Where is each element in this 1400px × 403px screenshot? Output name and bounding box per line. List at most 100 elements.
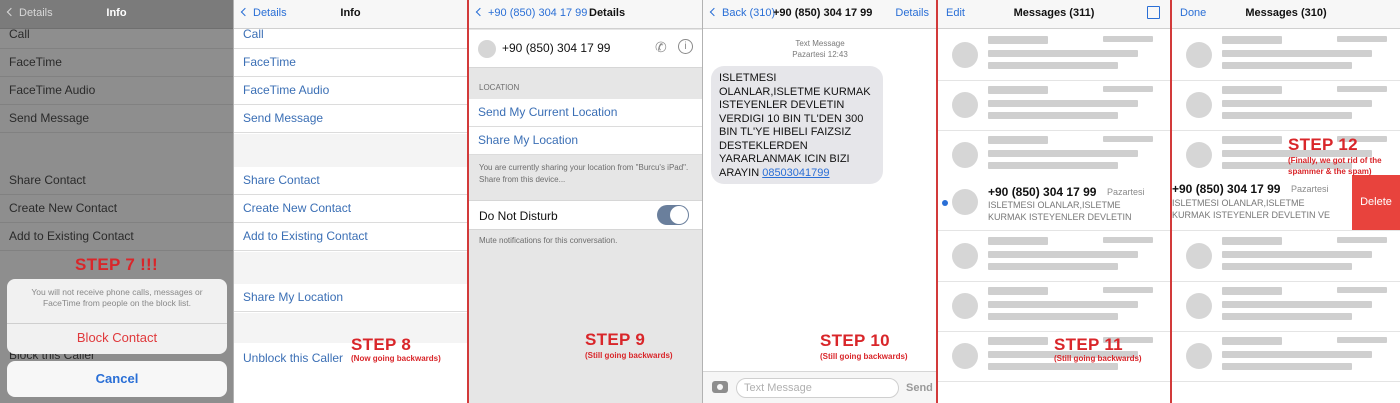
row-add-existing[interactable]: Add to Existing Contact	[234, 223, 467, 251]
avatar	[952, 293, 978, 319]
blurred-text	[988, 36, 1048, 44]
panel-step7: Details Info Call FaceTime FaceTime Audi…	[0, 0, 233, 403]
blurred-thread-row[interactable]	[1172, 30, 1400, 81]
sheet-message: You will not receive phone calls, messag…	[31, 287, 203, 308]
compose-icon[interactable]	[1147, 6, 1160, 19]
row-facetime-audio[interactable]: FaceTime Audio	[0, 77, 233, 105]
dnd-row: Do Not Disturb	[469, 200, 702, 230]
details-button[interactable]: Details	[895, 7, 929, 19]
row-send-message[interactable]: Send Message	[234, 105, 467, 133]
nav-title: Info	[106, 7, 127, 19]
step10-label: STEP 10	[820, 331, 890, 350]
avatar	[952, 92, 978, 118]
panel-step8: Details Info Call FaceTime FaceTime Audi…	[234, 0, 467, 403]
camera-icon[interactable]	[712, 381, 728, 393]
avatar	[952, 343, 978, 369]
blurred-text	[988, 301, 1138, 308]
blurred-text	[988, 313, 1118, 320]
block-contact-button[interactable]: Block Contact	[7, 330, 227, 345]
step9-label: STEP 9	[585, 330, 646, 349]
blurred-text	[1337, 287, 1387, 293]
avatar	[952, 142, 978, 168]
blurred-text	[1103, 86, 1153, 92]
row-send-message[interactable]: Send Message	[0, 105, 233, 133]
dnd-toggle[interactable]	[657, 205, 689, 225]
spam-thread-row[interactable]: +90 (850) 304 17 99 Pazartesi ISLETMESI …	[938, 180, 1170, 231]
blurred-text	[1222, 100, 1372, 107]
blurred-text	[988, 237, 1048, 245]
action-sheet: You will not receive phone calls, messag…	[7, 279, 227, 354]
blurred-text	[1222, 36, 1282, 44]
blurred-text	[988, 150, 1138, 157]
phone-link[interactable]: 08503041799	[762, 167, 829, 179]
row-share-contact[interactable]: Share Contact	[0, 167, 233, 195]
blurred-thread-row[interactable]	[938, 80, 1170, 131]
delete-button[interactable]: Delete	[1352, 175, 1400, 230]
blurred-text	[1222, 301, 1372, 308]
blurred-text	[1222, 50, 1372, 57]
spam-thread-row-swiped[interactable]: +90 (850) 304 17 99 Pazartesi ISLETMESI …	[1172, 175, 1400, 231]
blurred-thread-row[interactable]	[1172, 281, 1400, 332]
contact-row[interactable]: +90 (850) 304 17 99 ✆ i	[469, 30, 702, 68]
avatar	[1186, 42, 1212, 68]
thread-number: +90 (850) 304 17 99	[1172, 182, 1281, 196]
panel-step11: Edit Messages (311) +90 (850) 304 17 99 …	[938, 0, 1170, 403]
blurred-text	[1222, 287, 1282, 295]
row-share-contact[interactable]: Share Contact	[234, 167, 467, 195]
blurred-thread-row[interactable]	[938, 130, 1170, 181]
message-meta-time: Pazartesi 12:43	[792, 50, 848, 59]
send-button[interactable]: Send	[906, 382, 933, 394]
blurred-text	[1222, 86, 1282, 94]
thread-number: +90 (850) 304 17 99	[988, 185, 1097, 199]
blurred-text	[988, 363, 1118, 370]
section-gap	[234, 134, 467, 167]
blurred-thread-row[interactable]	[1172, 231, 1400, 282]
row-call[interactable]: Call	[0, 21, 233, 49]
contact-number: +90 (850) 304 17 99	[502, 41, 611, 55]
row-create-contact[interactable]: Create New Contact	[234, 195, 467, 223]
nav-title: Details	[589, 7, 626, 19]
step8-sub: (Now going backwards)	[351, 354, 441, 363]
row-share-location[interactable]: Share My Location	[234, 284, 467, 312]
avatar	[952, 189, 978, 215]
panel-step9: +90 (850) 304 17 99 Details +90 (850) 30…	[469, 0, 702, 403]
blurred-text	[1222, 237, 1282, 245]
blurred-thread-row[interactable]	[938, 231, 1170, 282]
blurred-text	[1103, 36, 1153, 42]
step12-sub: (Finally, we got rid of the spammer & th…	[1288, 156, 1382, 176]
nav-bar: Done Messages (310)	[1172, 0, 1400, 29]
row-call[interactable]: Call	[234, 21, 467, 49]
avatar	[952, 243, 978, 269]
back-button[interactable]: Back (310)	[709, 7, 775, 19]
dnd-note: Mute notifications for this conversation…	[479, 236, 618, 245]
blurred-text	[1103, 287, 1153, 293]
back-button[interactable]: +90 (850) 304 17 99	[475, 7, 587, 19]
share-my-location[interactable]: Share My Location	[469, 127, 702, 155]
row-add-existing[interactable]: Add to Existing Contact	[0, 223, 233, 251]
blurred-text	[1337, 36, 1387, 42]
nav-title: Info	[340, 7, 361, 19]
message-meta-type: Text Message	[795, 39, 845, 48]
message-input[interactable]: Text Message	[736, 378, 899, 398]
phone-icon[interactable]: ✆	[655, 39, 667, 56]
send-current-location[interactable]: Send My Current Location	[469, 99, 702, 127]
row-facetime[interactable]: FaceTime	[0, 49, 233, 77]
nav-title: Messages (311)	[1013, 7, 1095, 19]
blurred-text	[988, 337, 1048, 345]
blurred-text	[1222, 62, 1352, 69]
info-icon[interactable]: i	[678, 39, 693, 54]
thread-day: Pazartesi	[1291, 184, 1329, 194]
blurred-thread-row[interactable]	[938, 30, 1170, 81]
blurred-text	[1222, 351, 1372, 358]
thread-preview: ISLETMESI OLANLAR,ISLETME KURMAK ISTEYEN…	[1172, 198, 1331, 220]
blurred-thread-row[interactable]	[938, 281, 1170, 332]
row-facetime[interactable]: FaceTime	[234, 49, 467, 77]
cancel-button[interactable]: Cancel	[7, 361, 227, 397]
blurred-text	[988, 287, 1048, 295]
row-facetime-audio[interactable]: FaceTime Audio	[234, 77, 467, 105]
blurred-thread-row[interactable]	[1172, 80, 1400, 131]
avatar	[1186, 343, 1212, 369]
row-create-contact[interactable]: Create New Contact	[0, 195, 233, 223]
blurred-thread-row[interactable]	[1172, 331, 1400, 382]
avatar	[478, 40, 496, 58]
